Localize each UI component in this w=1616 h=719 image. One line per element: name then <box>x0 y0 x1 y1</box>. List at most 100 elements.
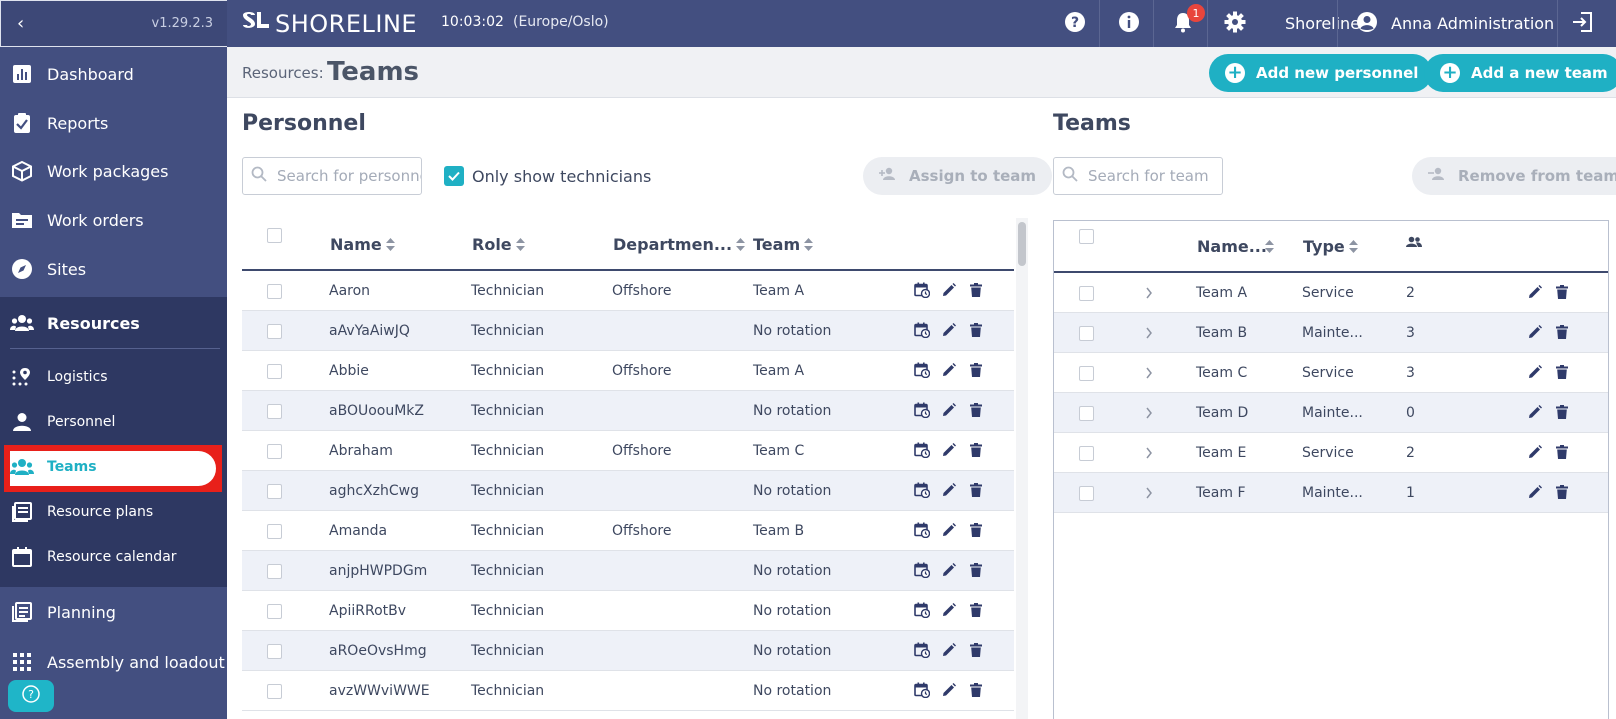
sidebar-item-reports[interactable]: Reports <box>0 110 227 136</box>
settings-label[interactable]: Shoreline <box>1285 14 1360 33</box>
chevron-right-icon[interactable] <box>1140 444 1158 462</box>
chevron-right-icon[interactable] <box>1140 324 1158 342</box>
sidebar-item-sites[interactable]: Sites <box>0 256 227 282</box>
edit-icon[interactable] <box>940 481 958 499</box>
sidebar-item-resources[interactable]: Resources <box>0 310 227 336</box>
row-checkbox[interactable] <box>267 484 282 503</box>
help-button[interactable]: ? <box>8 680 54 712</box>
calendar-clock-icon[interactable] <box>913 401 931 419</box>
row-checkbox[interactable] <box>1079 406 1094 425</box>
row-checkbox[interactable] <box>267 444 282 463</box>
help-button[interactable]: ? <box>1061 10 1089 38</box>
chevron-right-icon[interactable] <box>1140 484 1158 502</box>
chevron-right-icon[interactable] <box>1140 284 1158 302</box>
logout-button[interactable] <box>1568 10 1596 38</box>
table-row[interactable]: Amanda Technician Offshore Team B <box>242 511 1014 551</box>
edit-icon[interactable] <box>1526 283 1544 301</box>
edit-icon[interactable] <box>1526 443 1544 461</box>
delete-icon[interactable] <box>967 681 985 699</box>
delete-icon[interactable] <box>967 441 985 459</box>
sidebar-item-logistics[interactable]: Logistics <box>0 364 227 390</box>
row-checkbox[interactable] <box>267 644 282 663</box>
collapse-sidebar-icon[interactable]: ‹ <box>17 13 24 34</box>
edit-icon[interactable] <box>940 601 958 619</box>
delete-icon[interactable] <box>967 281 985 299</box>
edit-icon[interactable] <box>1526 363 1544 381</box>
table-row[interactable]: Abbie Technician Offshore Team A <box>242 351 1014 391</box>
edit-icon[interactable] <box>1526 323 1544 341</box>
sidebar-item-planning[interactable]: Planning <box>0 599 227 625</box>
delete-icon[interactable] <box>1553 323 1571 341</box>
calendar-clock-icon[interactable] <box>913 561 931 579</box>
sidebar-item-teams[interactable]: Teams <box>0 454 227 480</box>
row-checkbox[interactable] <box>267 404 282 423</box>
table-row[interactable]: aAvYaAiwJQ Technician No rotation <box>242 311 1014 351</box>
table-row[interactable]: Team E Service 2 <box>1054 433 1608 473</box>
delete-icon[interactable] <box>967 521 985 539</box>
calendar-clock-icon[interactable] <box>913 481 931 499</box>
table-row[interactable]: Team F Mainte... 1 <box>1054 473 1608 513</box>
calendar-clock-icon[interactable] <box>913 521 931 539</box>
column-header-team[interactable]: Team <box>753 235 814 255</box>
table-row[interactable]: avzWWviWWE Technician No rotation <box>242 671 1014 711</box>
edit-icon[interactable] <box>940 641 958 659</box>
personnel-search-input[interactable]: Search for personnel <box>242 157 422 195</box>
chevron-right-icon[interactable] <box>1140 404 1158 422</box>
info-button[interactable] <box>1115 10 1143 38</box>
table-row[interactable]: Team B Mainte... 3 <box>1054 313 1608 353</box>
select-all-checkbox[interactable] <box>267 228 282 247</box>
delete-icon[interactable] <box>1553 363 1571 381</box>
table-row[interactable]: Team A Service 2 <box>1054 273 1608 313</box>
sidebar-item-work-packages[interactable]: Work packages <box>0 158 227 184</box>
checkbox-checked[interactable] <box>444 166 464 186</box>
delete-icon[interactable] <box>967 361 985 379</box>
assign-to-team-button[interactable]: Assign to team <box>863 157 1053 195</box>
table-row[interactable]: Team C Service 3 <box>1054 353 1608 393</box>
table-row[interactable]: Aaron Technician Offshore Team A <box>242 271 1014 311</box>
delete-icon[interactable] <box>967 401 985 419</box>
calendar-clock-icon[interactable] <box>913 281 931 299</box>
sidebar-item-assembly-loadout[interactable]: Assembly and loadout <box>0 649 227 675</box>
calendar-clock-icon[interactable] <box>913 681 931 699</box>
calendar-clock-icon[interactable] <box>913 601 931 619</box>
table-row[interactable]: anjpHWPDGm Technician No rotation <box>242 551 1014 591</box>
notifications-button[interactable]: 1 <box>1169 4 1205 38</box>
edit-icon[interactable] <box>940 681 958 699</box>
sidebar-item-dashboard[interactable]: Dashboard <box>0 61 227 87</box>
select-all-checkbox[interactable] <box>1079 229 1094 248</box>
chevron-right-icon[interactable] <box>1140 364 1158 382</box>
calendar-clock-icon[interactable] <box>913 321 931 339</box>
column-header-name[interactable]: Name <box>330 235 395 255</box>
calendar-clock-icon[interactable] <box>913 361 931 379</box>
delete-icon[interactable] <box>967 321 985 339</box>
column-header-members[interactable] <box>1406 233 1422 252</box>
add-team-button[interactable]: + Add a new team <box>1424 54 1616 92</box>
edit-icon[interactable] <box>1526 483 1544 501</box>
column-header-name[interactable]: Name... <box>1197 237 1274 257</box>
row-checkbox[interactable] <box>1079 366 1094 385</box>
calendar-clock-icon[interactable] <box>913 441 931 459</box>
only-technicians-toggle[interactable]: Only show technicians <box>444 166 651 186</box>
delete-icon[interactable] <box>1553 483 1571 501</box>
sidebar-item-personnel[interactable]: Personnel <box>0 409 227 435</box>
personnel-scrollbar[interactable] <box>1016 218 1028 719</box>
row-checkbox[interactable] <box>267 564 282 583</box>
edit-icon[interactable] <box>1526 403 1544 421</box>
sidebar-item-work-orders[interactable]: Work orders <box>0 207 227 233</box>
column-header-department[interactable]: Departmen... <box>613 235 746 255</box>
row-checkbox[interactable] <box>1079 326 1094 345</box>
row-checkbox[interactable] <box>267 284 282 303</box>
sidebar-item-resource-plans[interactable]: Resource plans <box>0 499 227 525</box>
edit-icon[interactable] <box>940 401 958 419</box>
row-checkbox[interactable] <box>267 684 282 703</box>
edit-icon[interactable] <box>940 561 958 579</box>
delete-icon[interactable] <box>1553 443 1571 461</box>
row-checkbox[interactable] <box>267 324 282 343</box>
row-checkbox[interactable] <box>1079 286 1094 305</box>
delete-icon[interactable] <box>1553 403 1571 421</box>
sidebar-item-resource-calendar[interactable]: Resource calendar <box>0 544 227 570</box>
team-search-input[interactable]: Search for team <box>1053 157 1223 195</box>
table-row[interactable]: Team D Mainte... 0 <box>1054 393 1608 433</box>
delete-icon[interactable] <box>967 601 985 619</box>
row-checkbox[interactable] <box>267 604 282 623</box>
